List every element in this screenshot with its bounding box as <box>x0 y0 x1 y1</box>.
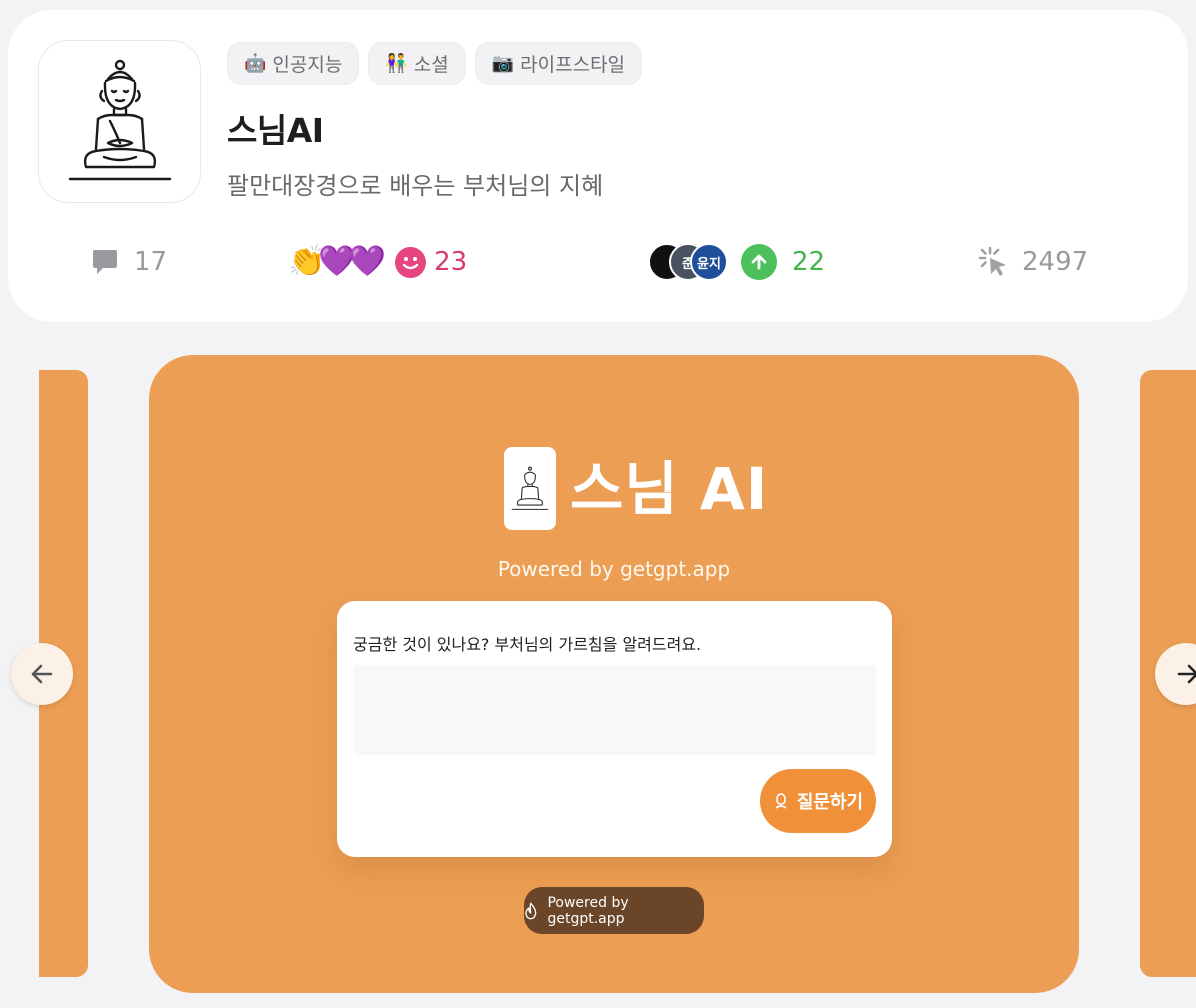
reactions-count: 23 <box>434 247 468 277</box>
screenshot-slide: 스님 AI Powered by getgpt.app 궁금한 것이 있나요? … <box>149 355 1079 993</box>
powered-by-text: Powered by getgpt.app <box>497 557 731 581</box>
brand-logo: 스님 AI <box>504 447 768 530</box>
upvote-arrow-icon <box>741 244 777 280</box>
flame-icon <box>525 902 537 919</box>
previous-button[interactable] <box>11 643 73 705</box>
monk-icon <box>775 793 787 809</box>
comments-count: 17 <box>134 247 168 277</box>
question-label: 궁금한 것이 있나요? 부처님의 가르침을 알려드려요. <box>353 635 702 654</box>
smile-icon <box>395 246 427 278</box>
purple-heart-icon: 💜 <box>348 244 387 279</box>
tag-label: 소셜 <box>413 54 449 76</box>
click-cursor-icon <box>978 246 1006 276</box>
comments-stat[interactable]: 17 <box>90 242 167 282</box>
avatar: 윤지 <box>690 243 728 281</box>
app-subtitle: 팔만대장경으로 배우는 부처님의 지혜 <box>227 172 604 200</box>
tag-lifestyle[interactable]: 📷 라이프스타일 <box>474 42 643 85</box>
powered-by-badge[interactable]: Powered by getgpt.app <box>524 887 704 934</box>
buddha-icon <box>38 40 201 203</box>
comment-icon <box>93 250 117 274</box>
arrow-left-icon <box>31 664 53 684</box>
views-stat: 2497 <box>976 242 1088 282</box>
buddha-icon <box>504 447 556 530</box>
reaction-emojis: 👏 💜 💜 <box>288 247 386 277</box>
arrow-right-icon <box>1177 664 1196 684</box>
ask-button-label: 질문하기 <box>796 792 864 813</box>
people-icon: 👫 <box>385 52 408 74</box>
reactions-stat[interactable]: 👏 💜 💜 23 <box>288 242 467 282</box>
category-tags: 🤖 인공지능 👫 소셜 📷 라이프스타일 <box>227 42 643 85</box>
powered-by-badge-label: Powered by getgpt.app <box>547 894 629 927</box>
app-title: 스님AI <box>227 111 324 150</box>
camera-icon: 📷 <box>491 52 515 74</box>
tag-label: 라이프스타일 <box>520 54 626 76</box>
question-form: 궁금한 것이 있나요? 부처님의 가르침을 알려드려요. 질문하기 <box>337 601 892 857</box>
app-card: 🤖 인공지능 👫 소셜 📷 라이프스타일 스님AI 팔만대장경으로 배우는 부처… <box>8 10 1188 322</box>
ask-button[interactable]: 질문하기 <box>760 769 876 833</box>
tag-ai[interactable]: 🤖 인공지능 <box>227 42 360 85</box>
upvotes-stat[interactable]: 준 윤지 22 <box>648 242 825 282</box>
brand-name: 스님 AI <box>570 454 769 523</box>
tag-label: 인공지능 <box>272 54 343 76</box>
tag-social[interactable]: 👫 소셜 <box>368 42 466 85</box>
question-input[interactable] <box>353 665 876 755</box>
robot-icon: 🤖 <box>244 52 267 74</box>
views-count: 2497 <box>1022 247 1089 277</box>
upvotes-count: 22 <box>792 247 826 277</box>
